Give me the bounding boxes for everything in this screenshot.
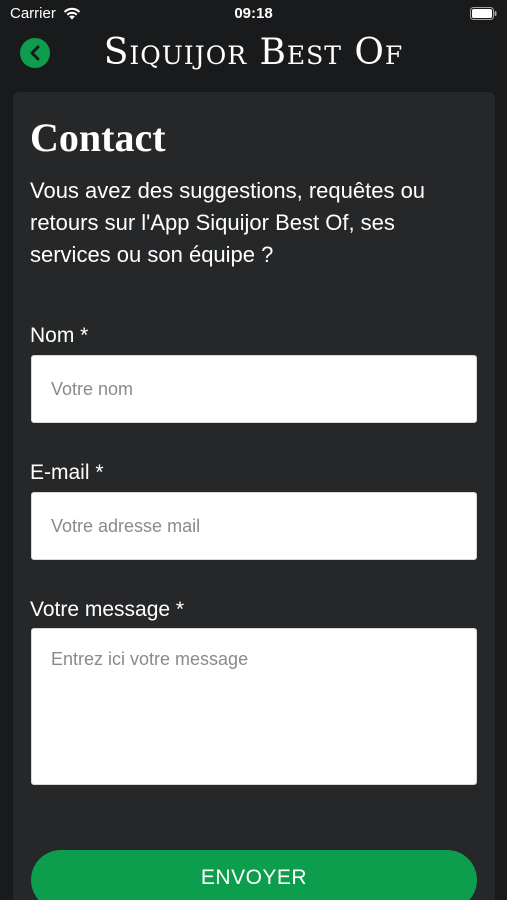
- email-label: E-mail *: [30, 461, 104, 484]
- name-label: Nom *: [30, 324, 89, 347]
- app-header: Siquijor Best Of: [0, 30, 507, 80]
- contact-intro: Vous avez des suggestions, requêtes ou r…: [30, 178, 426, 267]
- submit-button[interactable]: ENVOYER: [31, 850, 477, 900]
- battery-icon: [470, 7, 497, 20]
- email-input[interactable]: [31, 492, 477, 560]
- status-time: 09:18: [234, 5, 273, 22]
- app-title: Siquijor Best Of: [103, 32, 404, 73]
- message-label: Votre message *: [30, 598, 185, 621]
- name-input[interactable]: [31, 355, 477, 423]
- contact-screen: Carrier 09:18 Siquijor Best Of Contact V…: [0, 0, 507, 900]
- status-bar: Carrier 09:18: [0, 0, 507, 28]
- page-title: Contact: [30, 115, 166, 160]
- message-textarea[interactable]: [31, 628, 477, 785]
